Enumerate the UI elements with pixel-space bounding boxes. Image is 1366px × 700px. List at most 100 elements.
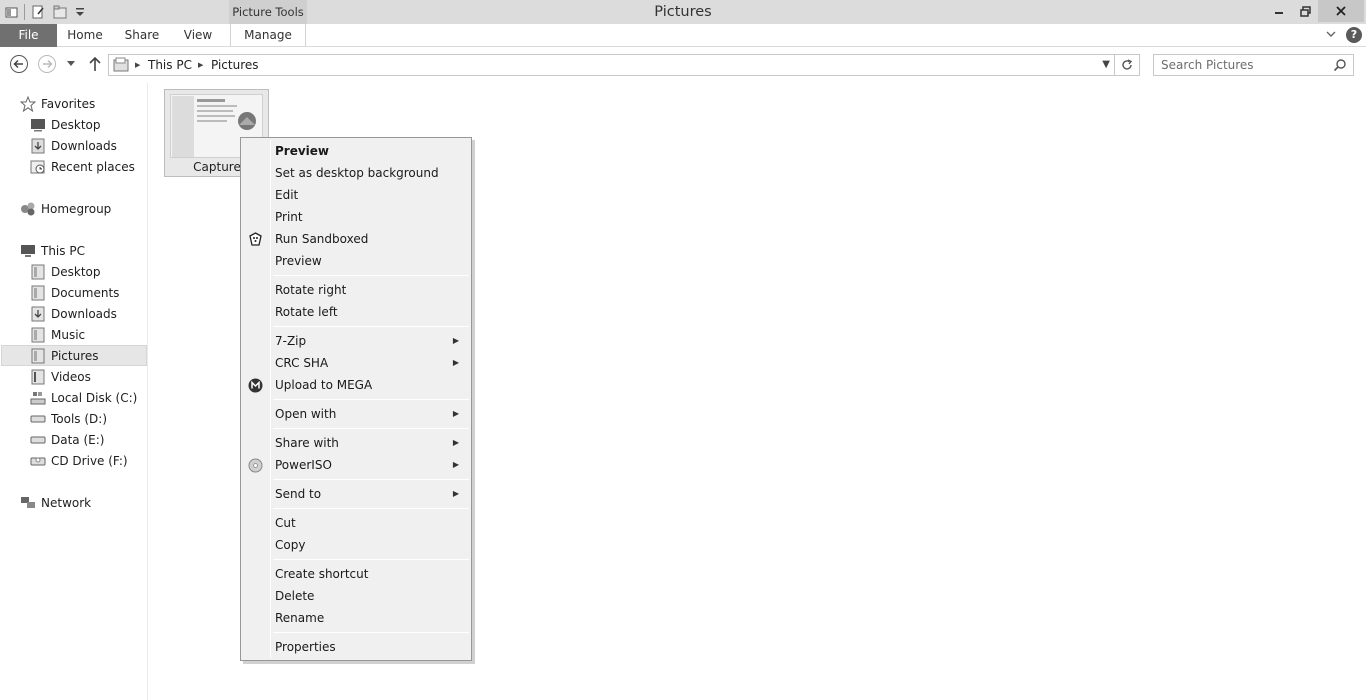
help-icon[interactable]: ?	[1346, 27, 1362, 43]
search-input[interactable]: Search Pictures	[1161, 55, 1254, 75]
menu-item-label: PowerISO	[275, 458, 332, 472]
submenu-arrow-icon: ▶	[452, 358, 459, 367]
sidebar-item-desktop[interactable]: Desktop	[30, 261, 101, 282]
tab-file[interactable]: File	[0, 24, 57, 47]
submenu-arrow-icon: ▶	[452, 409, 459, 418]
tab-manage[interactable]: Manage	[230, 24, 306, 47]
sidebar-item-favorites[interactable]: Favorites	[20, 93, 95, 114]
refresh-button[interactable]	[1115, 54, 1140, 76]
menu-item-label: Create shortcut	[275, 567, 369, 581]
sidebar-item-label: Music	[51, 327, 86, 342]
folder-icon	[30, 264, 46, 280]
menu-separator	[273, 275, 469, 276]
menu-item-send-to[interactable]: Send to ▶	[243, 483, 469, 505]
up-button[interactable]	[85, 54, 105, 74]
breadcrumb-pictures[interactable]: Pictures	[211, 55, 259, 75]
expand-ribbon-icon[interactable]	[1325, 28, 1337, 43]
sidebar-item-local-disk-c[interactable]: Local Disk (C:)	[30, 387, 137, 408]
menu-item-rotate-left[interactable]: Rotate left	[243, 301, 469, 323]
qat-divider	[24, 4, 25, 20]
menu-item-poweriso[interactable]: PowerISO ▶	[243, 454, 469, 476]
address-bar[interactable]: ▶ This PC ▶ Pictures ▼	[108, 54, 1115, 76]
menu-item-rotate-right[interactable]: Rotate right	[243, 279, 469, 301]
sandboxie-icon	[247, 231, 263, 247]
menu-separator	[273, 428, 469, 429]
sidebar-item-videos[interactable]: Videos	[30, 366, 91, 387]
menu-item-run-sandboxed[interactable]: Run Sandboxed	[243, 228, 469, 250]
address-dropdown-icon[interactable]: ▼	[1102, 55, 1110, 75]
computer-icon	[20, 243, 36, 259]
pictures-folder-icon	[113, 57, 129, 76]
sidebar-item-music[interactable]: Music	[30, 324, 85, 345]
menu-item-open-with[interactable]: Open with ▶	[243, 403, 469, 425]
tab-view[interactable]: View	[176, 24, 220, 47]
menu-item-create-shortcut[interactable]: Create shortcut	[243, 563, 469, 585]
breadcrumb-separator[interactable]: ▶	[198, 55, 203, 75]
sidebar-item-downloads-fav[interactable]: Downloads	[30, 135, 117, 156]
menu-item-upload-to-mega[interactable]: Upload to MEGA	[243, 374, 469, 396]
menu-item-copy[interactable]: Copy	[243, 534, 469, 556]
sidebar-item-label: Local Disk (C:)	[51, 390, 138, 405]
sidebar-item-label: CD Drive (F:)	[51, 453, 128, 468]
tab-share[interactable]: Share	[118, 24, 166, 47]
sidebar-item-downloads[interactable]: Downloads	[30, 303, 117, 324]
forward-button[interactable]	[37, 54, 57, 74]
menu-item-rename[interactable]: Rename	[243, 607, 469, 629]
customize-qat-icon[interactable]	[71, 3, 89, 21]
menu-separator	[273, 479, 469, 480]
menu-item-set-as-desktop-background[interactable]: Set as desktop background	[243, 162, 469, 184]
menu-item-7-zip[interactable]: 7-Zip ▶	[243, 330, 469, 352]
sidebar-item-homegroup[interactable]: Homegroup	[20, 198, 111, 219]
menu-item-label: Print	[275, 210, 303, 224]
close-button[interactable]	[1318, 0, 1364, 22]
menu-item-edit[interactable]: Edit	[243, 184, 469, 206]
sidebar-item-tools-d[interactable]: Tools (D:)	[30, 408, 107, 429]
search-icon[interactable]	[1333, 58, 1347, 75]
sidebar-item-this-pc[interactable]: This PC	[20, 240, 85, 261]
recent-locations-icon[interactable]	[63, 54, 79, 74]
menu-item-cut[interactable]: Cut	[243, 512, 469, 534]
menu-item-label: CRC SHA	[275, 356, 329, 370]
menu-item-label: Send to	[275, 487, 322, 501]
menu-item-delete[interactable]: Delete	[243, 585, 469, 607]
sidebar-item-documents[interactable]: Documents	[30, 282, 119, 303]
sidebar-item-label: Desktop	[51, 117, 101, 132]
back-button[interactable]	[9, 54, 29, 74]
sidebar-item-label: Documents	[51, 285, 120, 300]
sidebar-item-pictures[interactable]: Pictures	[1, 345, 147, 366]
sidebar-item-cd-drive-f[interactable]: CD Drive (F:)	[30, 450, 128, 471]
new-folder-icon[interactable]	[51, 3, 69, 21]
menu-item-print[interactable]: Print	[243, 206, 469, 228]
sidebar-item-recent-places[interactable]: Recent places	[30, 156, 135, 177]
menu-item-label: Preview	[275, 144, 330, 158]
menu-item-label: Set as desktop background	[275, 166, 439, 180]
navigation-bar: ▶ This PC ▶ Pictures ▼ Search Pictures	[0, 47, 1366, 83]
breadcrumb-this-pc[interactable]: This PC	[148, 55, 192, 75]
menu-item-preview[interactable]: Preview	[243, 250, 469, 272]
sidebar-item-desktop-fav[interactable]: Desktop	[30, 114, 101, 135]
menu-separator	[273, 326, 469, 327]
window-title: Pictures	[654, 4, 712, 20]
sidebar-item-network[interactable]: Network	[20, 492, 91, 513]
sidebar-item-data-e[interactable]: Data (E:)	[30, 429, 104, 450]
minimize-button[interactable]	[1266, 0, 1292, 22]
menu-item-label: 7-Zip	[275, 334, 307, 348]
menu-item-preview[interactable]: Preview	[243, 140, 469, 162]
menu-item-share-with[interactable]: Share with ▶	[243, 432, 469, 454]
properties-icon[interactable]	[29, 3, 47, 21]
menu-item-label: Preview	[275, 254, 322, 268]
menu-separator	[273, 559, 469, 560]
breadcrumb-separator[interactable]: ▶	[135, 55, 140, 75]
search-box[interactable]: Search Pictures	[1153, 54, 1354, 76]
sidebar-item-label: Videos	[51, 369, 91, 384]
menu-item-properties[interactable]: Properties	[243, 636, 469, 658]
submenu-arrow-icon: ▶	[452, 489, 459, 498]
tab-home[interactable]: Home	[62, 24, 108, 47]
system-menu-icon[interactable]	[2, 3, 20, 21]
menu-item-crc-sha[interactable]: CRC SHA ▶	[243, 352, 469, 374]
title-bar: Picture Tools Pictures	[0, 0, 1366, 24]
restore-button[interactable]	[1292, 0, 1318, 22]
drive-icon	[30, 432, 46, 448]
music-icon	[30, 327, 46, 343]
quick-access-toolbar	[0, 0, 89, 24]
